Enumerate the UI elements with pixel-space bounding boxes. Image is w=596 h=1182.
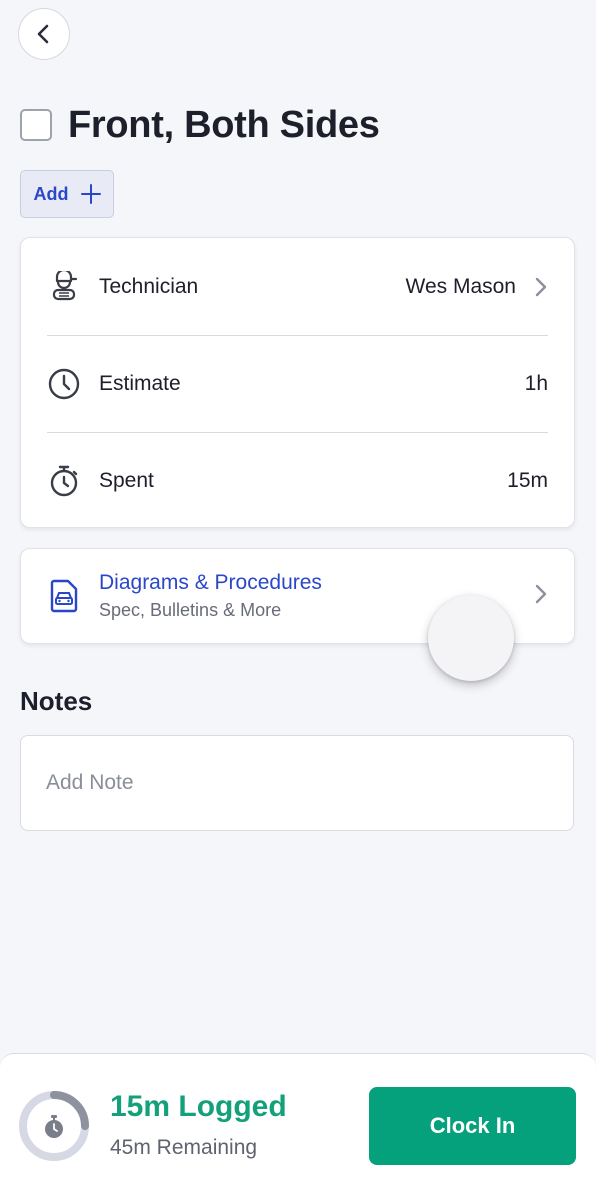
diagrams-title: Diagrams & Procedures <box>99 571 322 594</box>
technician-row[interactable]: Technician Wes Mason <box>21 238 574 335</box>
clock-in-label: Clock In <box>429 1113 516 1138</box>
chevron-left-icon <box>37 24 49 44</box>
technician-icon <box>47 270 81 304</box>
stopwatch-icon <box>45 1115 63 1138</box>
add-button-label: Add <box>33 183 69 204</box>
technician-label: Technician <box>99 274 199 298</box>
chevron-right-icon <box>534 583 548 610</box>
time-tracking-bar: 15m Logged 45m Remaining Clock In <box>0 1053 596 1182</box>
time-progress-ring <box>18 1090 90 1162</box>
add-note-input[interactable] <box>20 735 574 831</box>
title-row: Front, Both Sides <box>20 100 380 150</box>
spent-label: Spent <box>99 468 154 492</box>
car-document-icon <box>47 579 81 613</box>
spent-value: 15m <box>507 468 548 492</box>
logged-time: 15m Logged <box>110 1090 287 1123</box>
job-details-card: Technician Wes Mason Estimate 1h Spent 1… <box>20 237 575 528</box>
estimate-value: 1h <box>524 371 548 395</box>
estimate-row: Estimate 1h <box>21 335 574 432</box>
spent-row: Spent 15m <box>21 432 574 529</box>
plus-icon <box>80 184 101 204</box>
stopwatch-icon <box>47 464 81 498</box>
clock-icon <box>47 367 81 401</box>
technician-value: Wes Mason <box>405 274 517 298</box>
back-button[interactable] <box>18 8 70 60</box>
complete-checkbox[interactable] <box>20 109 52 141</box>
estimate-label: Estimate <box>99 371 181 395</box>
remaining-time: 45m Remaining <box>110 1136 258 1159</box>
notes-heading: Notes <box>20 686 93 716</box>
floating-touch-indicator[interactable] <box>428 595 514 681</box>
clock-in-button[interactable]: Clock In <box>369 1087 576 1165</box>
chevron-right-icon <box>534 276 548 298</box>
page-title: Front, Both Sides <box>68 103 380 146</box>
add-button[interactable]: Add <box>20 170 114 218</box>
